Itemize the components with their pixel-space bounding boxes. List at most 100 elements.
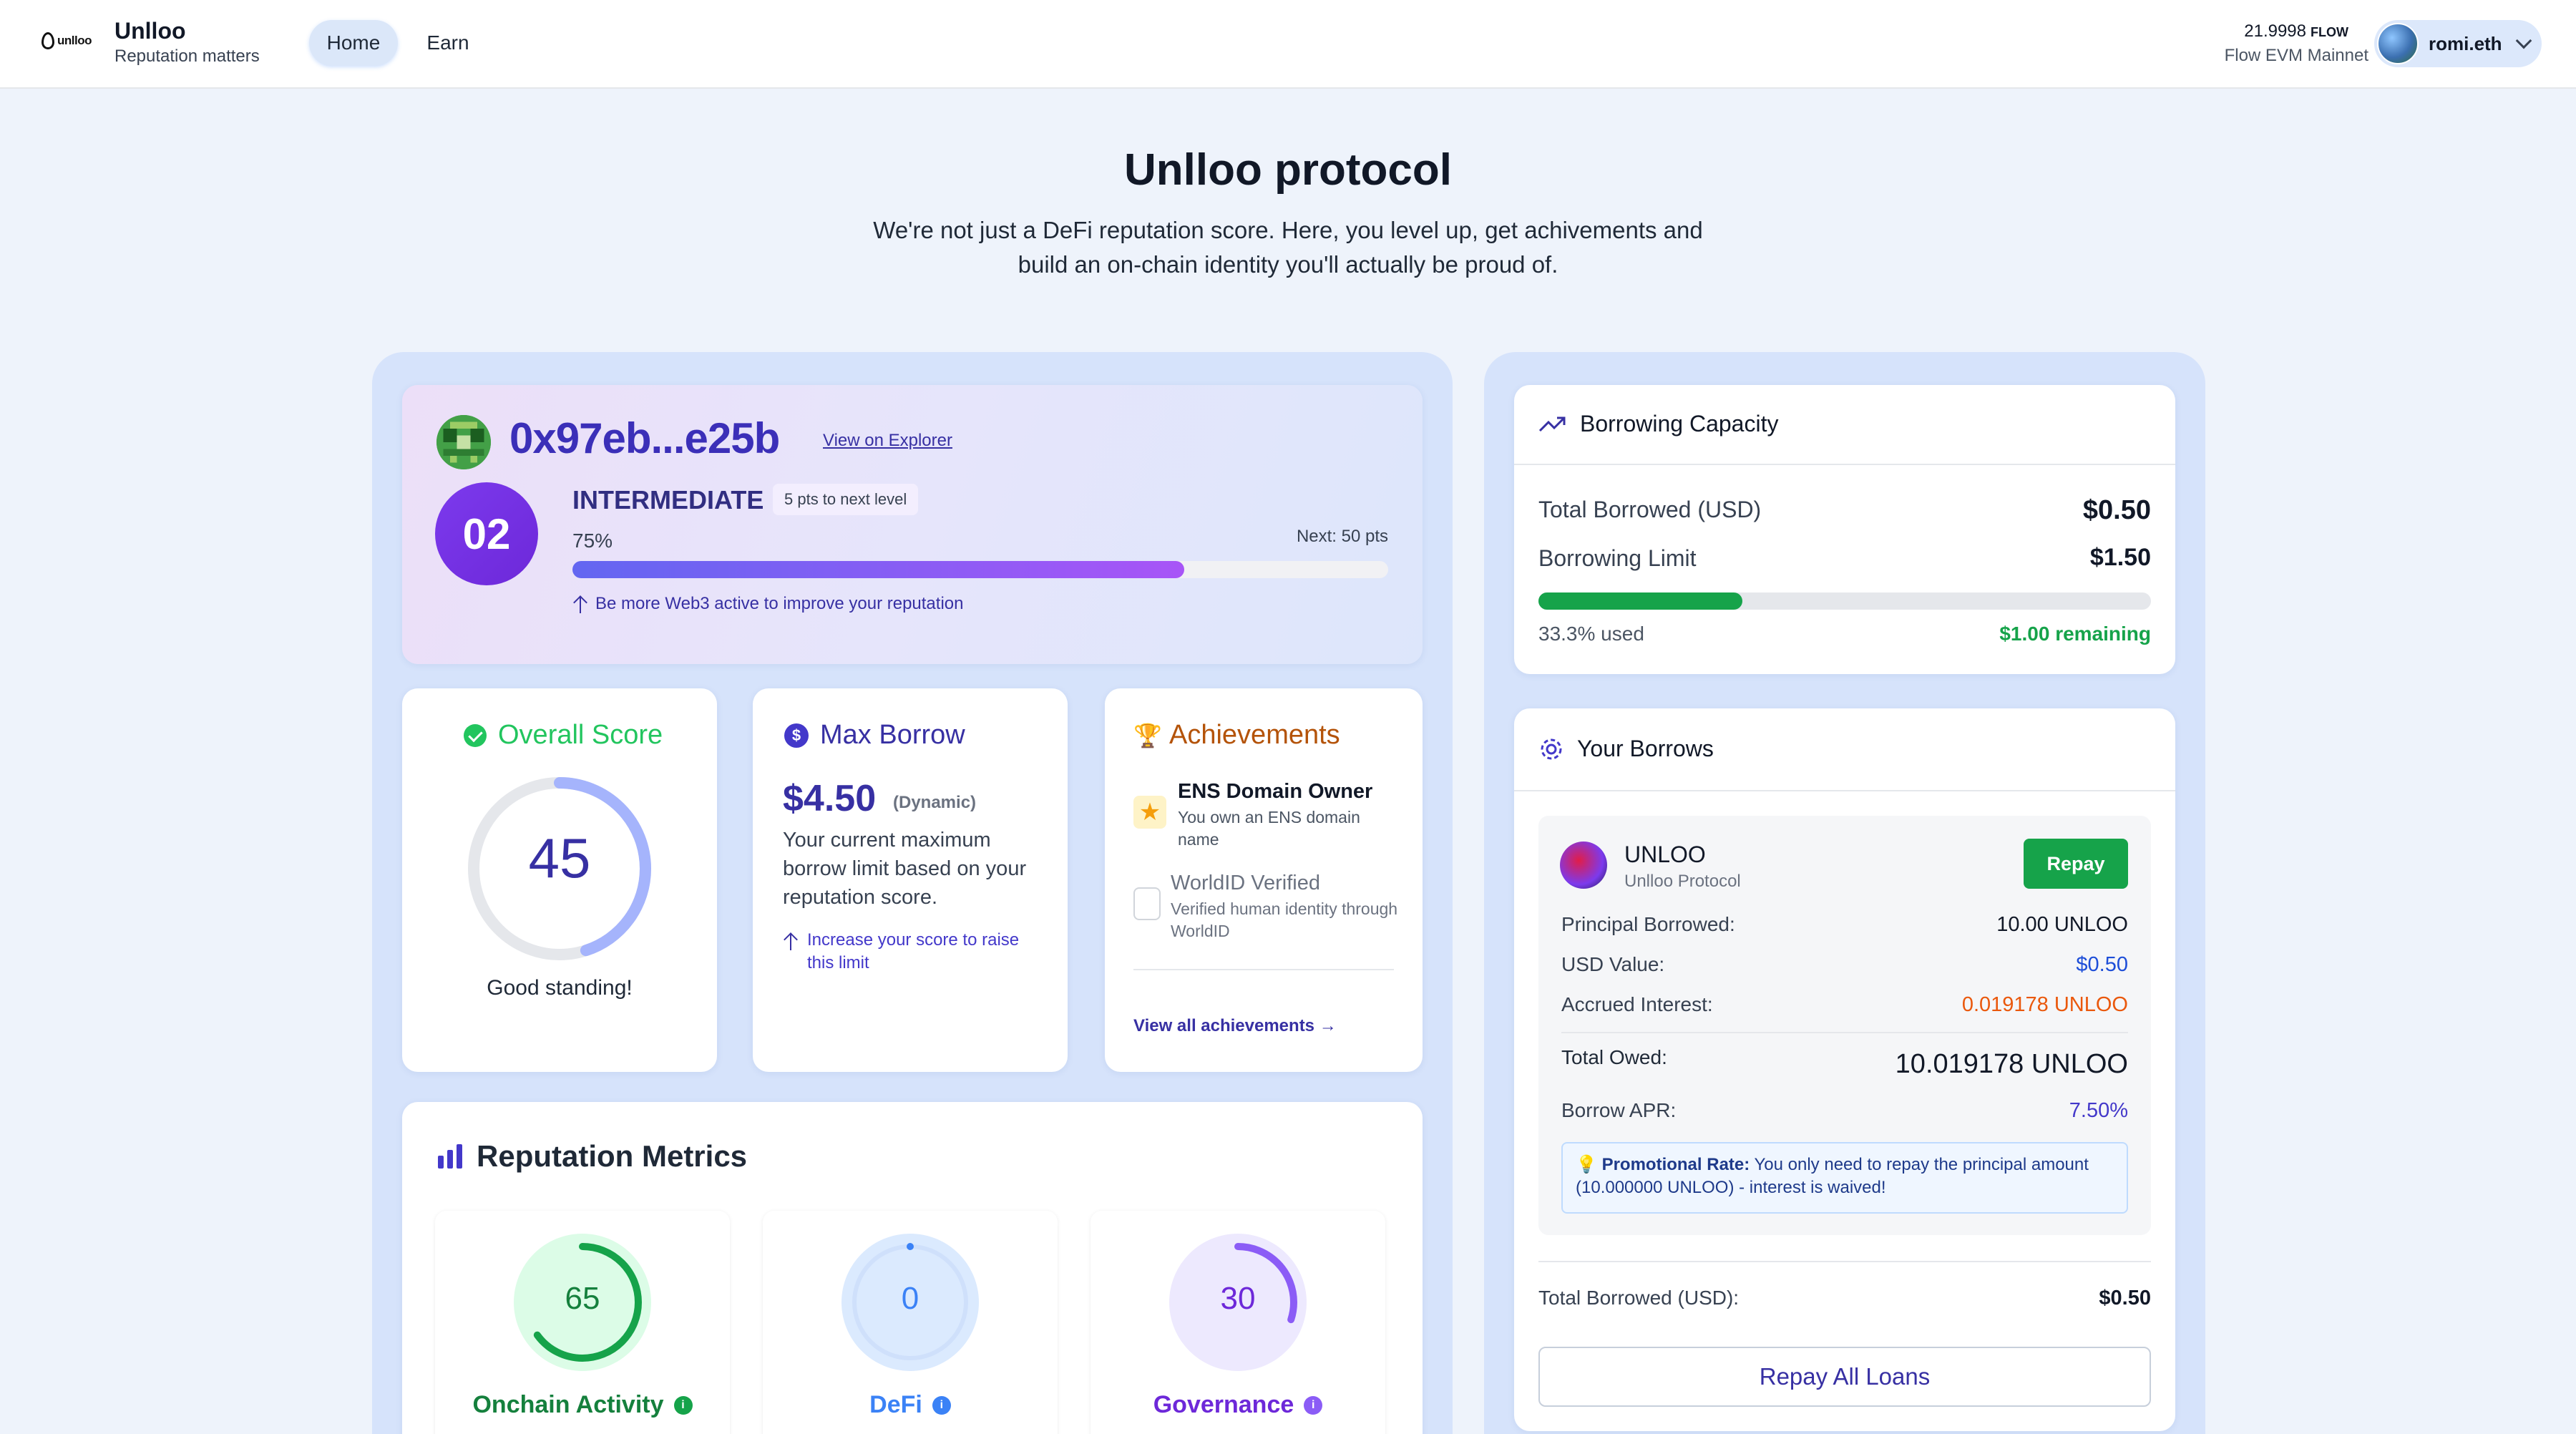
reputation-metrics-header: Reputation Metrics — [438, 1139, 747, 1174]
governance-label: Governance i — [1091, 1391, 1385, 1419]
principal-label: Principal Borrowed: — [1561, 913, 1735, 935]
level-progress-bar — [572, 561, 1388, 578]
borrowing-limit-label: Borrowing Limit — [1538, 545, 1697, 571]
view-on-explorer-link[interactable]: View on Explorer — [823, 431, 952, 451]
account-button[interactable]: romi.eth — [2374, 20, 2542, 67]
principal-value: 10.00 UNLOO — [1996, 913, 2128, 936]
dollar-circle-icon: $ — [784, 723, 809, 748]
network-name: Flow EVM Mainnet — [2224, 46, 2368, 65]
overall-score-value: 45 — [528, 826, 591, 889]
balance-value: 21.9998 — [2244, 21, 2307, 41]
info-icon[interactable]: i — [673, 1395, 693, 1415]
max-borrow-hint-text: Increase your score to raise this limit — [807, 930, 1020, 972]
achievement-title: WorldID Verified — [1171, 872, 1320, 894]
borrow-apr-value: 7.50% — [2069, 1099, 2128, 1122]
onchain-activity-label: Onchain Activity i — [435, 1391, 730, 1419]
capacity-progress-fill — [1538, 592, 1743, 610]
total-borrowed-label: Total Borrowed (USD) — [1538, 497, 1762, 522]
reputation-hint-text: Be more Web3 active to improve your repu… — [595, 594, 964, 613]
bar-chart-icon — [438, 1144, 462, 1169]
level-progress-fill — [572, 561, 1184, 578]
repay-button[interactable]: Repay — [2024, 839, 2128, 889]
borrow-apr-label: Borrow APR: — [1561, 1099, 1677, 1121]
achievements-title: Achievements — [1169, 720, 1340, 750]
logo[interactable]: unlloo — [42, 30, 100, 52]
lightbulb-icon: 💡 — [1576, 1155, 1597, 1174]
accrued-interest-value: 0.019178 UNLOO — [1961, 993, 2128, 1016]
capacity-progress-bar — [1538, 592, 2151, 610]
next-level-points: Next: 50 pts — [1296, 527, 1388, 546]
max-borrow-header: $ Max Borrow — [784, 720, 965, 751]
trending-up-icon — [1538, 416, 1566, 431]
metric-label: Governance — [1153, 1391, 1294, 1418]
loan-protocol: Unlloo Protocol — [1624, 872, 1741, 891]
info-icon[interactable]: i — [932, 1395, 951, 1415]
total-borrowed-usd-value: $0.50 — [2099, 1287, 2151, 1309]
chevron-down-icon — [2515, 32, 2532, 49]
level-name: INTERMEDIATE — [572, 485, 764, 514]
score-status: Good standing! — [487, 976, 633, 1000]
achievements-header: 🏆 Achievements — [1133, 720, 1340, 751]
level-badge-circle: 02 — [435, 482, 538, 585]
your-borrows-title: Your Borrows — [1577, 736, 1714, 761]
divider — [1514, 464, 2175, 465]
borrowing-capacity-title: Borrowing Capacity — [1580, 411, 1779, 436]
trophy-icon: 🏆 — [1133, 722, 1162, 748]
reputation-hint: Be more Web3 active to improve your repu… — [572, 594, 963, 614]
metric-label: Onchain Activity — [472, 1391, 664, 1418]
metric-label: DeFi — [869, 1391, 922, 1418]
brand-name: Unlloo — [114, 18, 186, 44]
borrowing-capacity-header: Borrowing Capacity — [1538, 411, 1778, 437]
divider — [1133, 969, 1394, 970]
info-icon[interactable]: i — [1304, 1395, 1323, 1415]
max-borrow-hint: Increase your score to raise this limit — [783, 929, 1040, 975]
page-subtitle: We're not just a DeFi reputation score. … — [859, 213, 1717, 282]
address-avatar — [436, 415, 491, 469]
accrued-interest-label: Accrued Interest: — [1561, 993, 1713, 1015]
account-name: romi.eth — [2429, 32, 2502, 54]
wallet-balance: 21.9998 FLOW — [2244, 21, 2348, 42]
usd-value: $0.50 — [2076, 953, 2128, 976]
usd-value-label: USD Value: — [1561, 953, 1665, 975]
total-owed-value: 10.019178 UNLOO — [1895, 1049, 2128, 1079]
capacity-remaining: $1.00 remaining — [1999, 623, 2151, 645]
arrow-up-icon — [572, 595, 588, 613]
arrow-up-icon — [783, 932, 799, 950]
overall-score-header: Overall Score — [464, 720, 663, 751]
gear-icon — [1541, 738, 1562, 759]
logo-text: unlloo — [57, 34, 92, 47]
star-icon: ★ — [1133, 796, 1166, 829]
account-avatar — [2377, 23, 2419, 64]
promo-title: Promotional Rate: — [1601, 1155, 1750, 1174]
nav-earn[interactable]: Earn — [409, 20, 487, 66]
divider — [1514, 790, 2175, 791]
view-all-achievements-link[interactable]: View all achievements → — [1133, 1016, 1337, 1036]
overall-score-title: Overall Score — [498, 720, 663, 750]
total-borrowed-usd-label: Total Borrowed (USD): — [1538, 1287, 1740, 1309]
max-borrow-value: $4.50 — [783, 778, 877, 819]
max-borrow-title: Max Borrow — [820, 720, 965, 750]
total-owed-label: Total Owed: — [1561, 1046, 1667, 1068]
wallet-address: 0x97eb...e25b — [509, 414, 780, 462]
repay-all-loans-button[interactable]: Repay All Loans — [1538, 1347, 2151, 1407]
onchain-activity-value: 65 — [565, 1281, 600, 1316]
max-borrow-description: Your current maximum borrow limit based … — [783, 829, 1027, 909]
achievement-title: ENS Domain Owner — [1178, 780, 1373, 803]
reputation-metrics-title: Reputation Metrics — [477, 1139, 748, 1173]
nav-home[interactable]: Home — [309, 20, 398, 66]
loan-token-name: UNLOO — [1624, 842, 1706, 867]
governance-value: 30 — [1220, 1281, 1256, 1316]
max-borrow-qualifier: (Dynamic) — [893, 793, 977, 812]
total-borrowed-value: $0.50 — [2082, 495, 2151, 525]
achievement-item: ★ ENS Domain Owner You own an ENS domain… — [1133, 780, 1398, 851]
divider — [1538, 1261, 2151, 1262]
check-circle-icon — [464, 723, 487, 747]
your-borrows-header: Your Borrows — [1538, 736, 1714, 762]
borrowing-limit-value: $1.50 — [2089, 544, 2151, 571]
defi-label: DeFi i — [763, 1391, 1058, 1419]
next-level-badge: 5 pts to next level — [773, 484, 919, 515]
achievement-description: You own an ENS domain name — [1178, 808, 1360, 849]
balance-unit: FLOW — [2311, 25, 2348, 39]
drop-logo-icon — [42, 32, 54, 49]
achievement-description: Verified human identity through WorldID — [1171, 899, 1398, 940]
